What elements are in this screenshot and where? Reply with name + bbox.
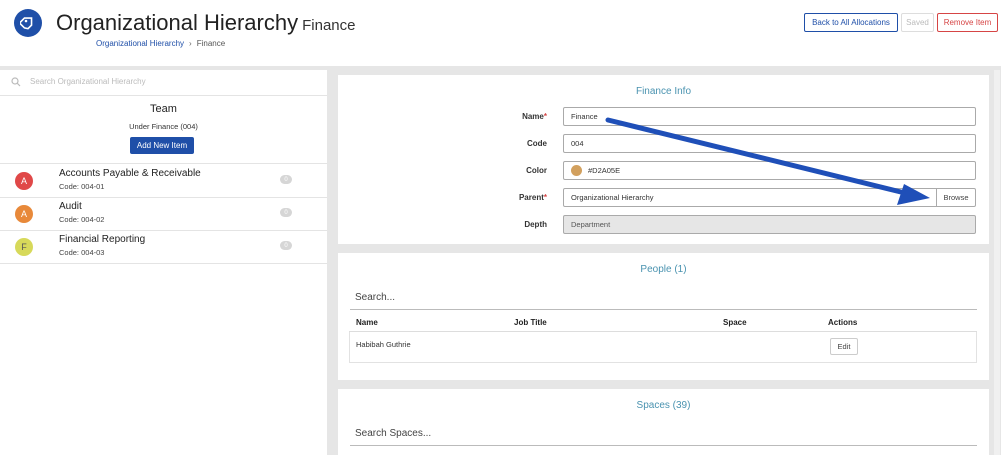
team-title: Team	[150, 103, 177, 115]
tag-icon	[14, 9, 42, 37]
list-item-name: Accounts Payable & Receivable	[59, 168, 201, 179]
table-row[interactable]: Habibah Guthrie Edit	[349, 332, 977, 363]
list-item-name: Audit	[59, 201, 82, 212]
spaces-card: Spaces (39) Search Spaces...	[338, 389, 989, 455]
column-header-name[interactable]: Name	[356, 318, 378, 327]
page-title: Organizational Hierarchy Finance	[56, 10, 355, 36]
list-item[interactable]: F Financial Reporting Code: 004-03 0	[0, 230, 327, 264]
count-badge: 0	[280, 241, 292, 250]
column-header-space[interactable]: Space	[723, 318, 747, 327]
info-card-title: Finance Info	[635, 86, 692, 97]
avatar: A	[15, 172, 33, 190]
people-card-title: People (1)	[640, 264, 687, 275]
saved-button[interactable]: Saved	[901, 13, 934, 32]
page-title-text: Organizational Hierarchy	[56, 10, 299, 35]
code-field[interactable]: 004	[563, 134, 976, 153]
parent-value: Organizational Hierarchy	[571, 193, 654, 202]
depth-label: Depth	[524, 220, 547, 229]
count-badge: 0	[280, 208, 292, 217]
list-item-code: Code: 004-02	[59, 215, 105, 224]
required-marker: *	[543, 112, 547, 121]
browse-button[interactable]: Browse	[936, 188, 975, 207]
name-field[interactable]: Finance	[563, 107, 976, 126]
hierarchy-search[interactable]: Search Organizational Hierarchy	[0, 70, 327, 96]
required-marker: *	[543, 193, 547, 202]
people-search-input[interactable]: Search...	[355, 292, 395, 303]
column-header-job-title[interactable]: Job Title	[514, 318, 547, 327]
depth-field: Department	[563, 215, 976, 234]
person-name: Habibah Guthrie	[356, 340, 411, 349]
parent-label-text: Parent	[518, 193, 544, 202]
avatar: A	[15, 205, 33, 223]
color-value: #D2A05E	[588, 166, 621, 175]
team-parent-label: Under Finance (004)	[129, 122, 198, 131]
people-search[interactable]: Search...	[350, 286, 977, 310]
color-swatch[interactable]	[571, 165, 582, 176]
spaces-search-input[interactable]: Search Spaces...	[355, 428, 431, 439]
list-item-name: Financial Reporting	[59, 234, 146, 245]
breadcrumb-current: Finance	[196, 39, 226, 48]
name-label: Name*	[522, 112, 547, 121]
breadcrumb-root-link[interactable]: Organizational Hierarchy	[96, 39, 184, 48]
avatar: F	[15, 238, 33, 256]
remove-item-button[interactable]: Remove Item	[937, 13, 998, 32]
count-badge: 0	[280, 175, 292, 184]
chevron-right-icon: ›	[189, 39, 192, 48]
hierarchy-sidebar: Search Organizational Hierarchy Team Und…	[0, 70, 327, 455]
list-item[interactable]: A Accounts Payable & Receivable Code: 00…	[0, 164, 327, 198]
color-label: Color	[526, 166, 547, 175]
list-item-code: Code: 004-01	[59, 182, 105, 191]
add-new-item-button[interactable]: Add New Item	[130, 137, 194, 154]
color-field[interactable]: #D2A05E	[563, 161, 976, 180]
code-label: Code	[527, 139, 547, 148]
page-header: Organizational Hierarchy Finance Organiza…	[0, 0, 1001, 66]
breadcrumb: Organizational Hierarchy › Finance	[96, 39, 225, 48]
page-scrollbar[interactable]	[994, 70, 1000, 455]
hierarchy-search-input[interactable]: Search Organizational Hierarchy	[30, 77, 146, 86]
parent-field[interactable]: Organizational Hierarchy Browse	[563, 188, 976, 207]
table-header: Name Job Title Space Actions	[349, 315, 977, 332]
spaces-search[interactable]: Search Spaces...	[350, 422, 977, 446]
search-icon	[11, 77, 21, 87]
list-item-code: Code: 004-03	[59, 248, 105, 257]
column-header-actions: Actions	[828, 318, 858, 327]
page-subtitle: Finance	[302, 17, 356, 34]
info-card: Finance Info Name* Finance Code 004 Colo…	[338, 75, 989, 244]
list-item[interactable]: A Audit Code: 004-02 0	[0, 197, 327, 231]
name-label-text: Name	[522, 112, 544, 121]
back-to-allocations-button[interactable]: Back to All Allocations	[804, 13, 898, 32]
team-panel: Team Under Finance (004) Add New Item	[0, 97, 327, 164]
people-card: People (1) Search... Name Job Title Spac…	[338, 253, 989, 380]
edit-button[interactable]: Edit	[830, 338, 858, 355]
spaces-card-title: Spaces (39)	[636, 400, 691, 411]
parent-label: Parent*	[519, 193, 547, 202]
